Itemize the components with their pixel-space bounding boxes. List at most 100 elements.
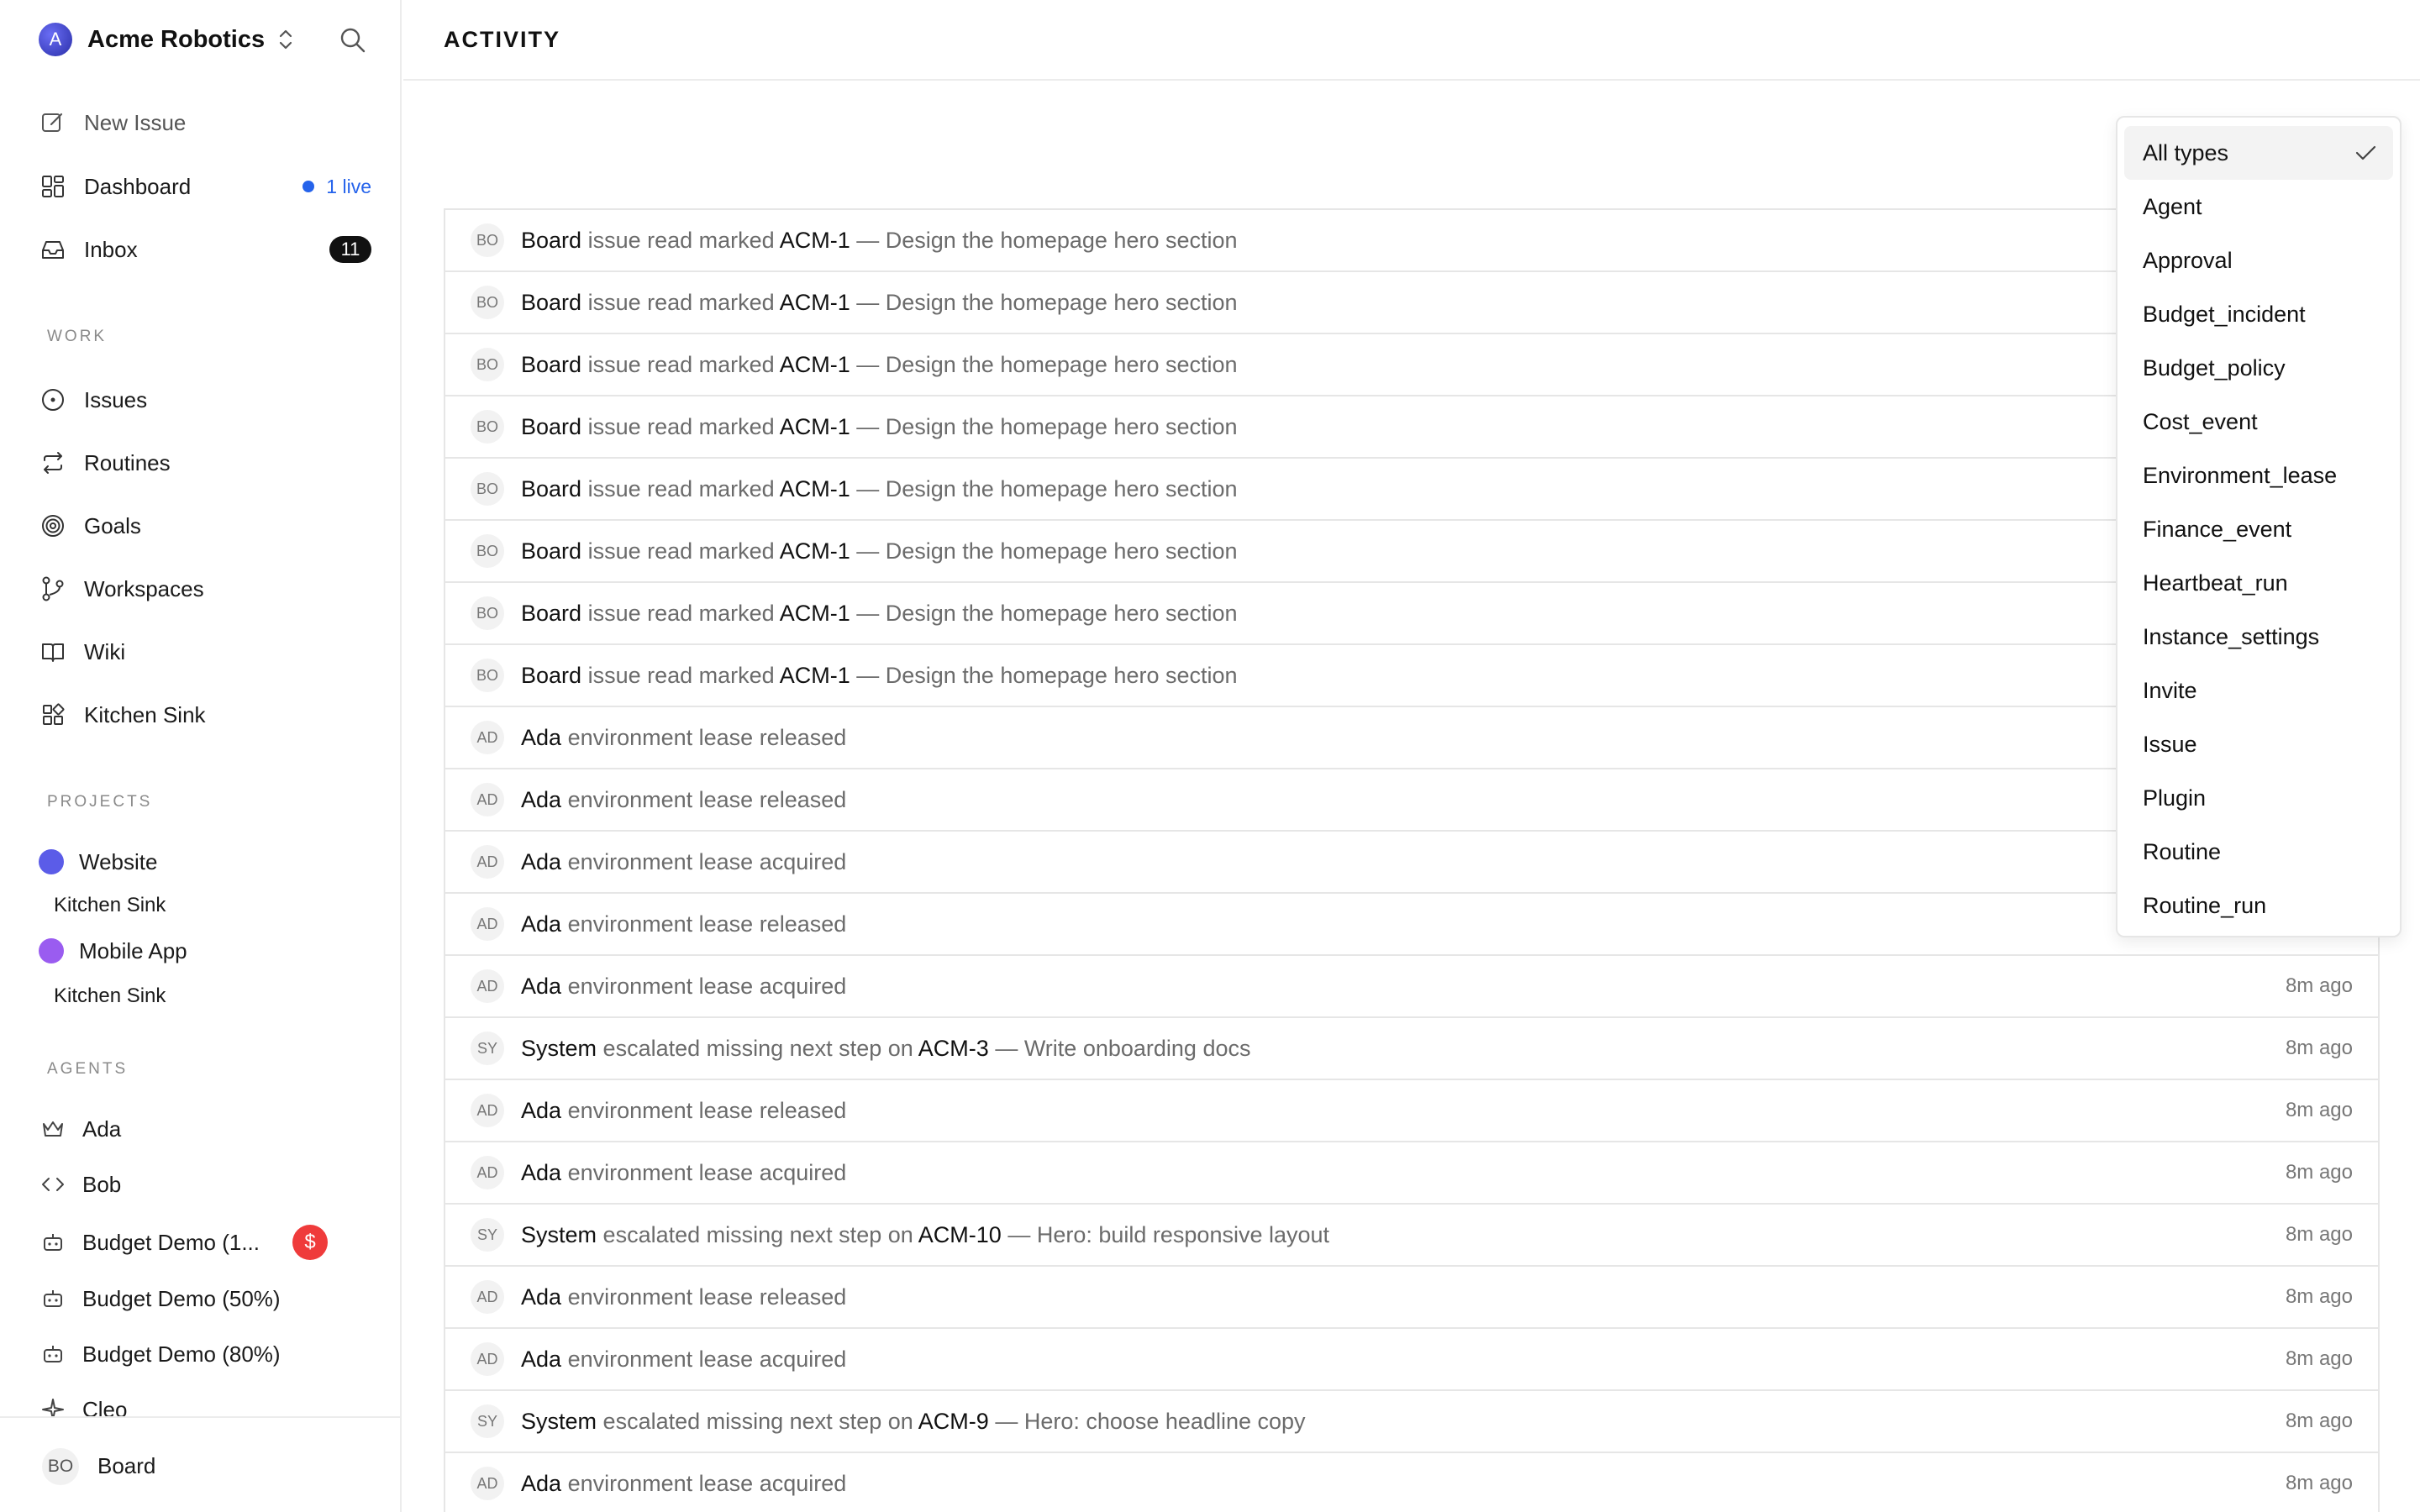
activity-row[interactable]: AD Ada environment lease acquired 8m ago bbox=[445, 1453, 2378, 1512]
sidebar-item-inbox[interactable]: Inbox 11 bbox=[39, 231, 371, 268]
action-text: environment lease released bbox=[567, 1097, 847, 1123]
issue-link[interactable]: ACM-10 bbox=[918, 1222, 1002, 1247]
type-option[interactable]: Environment_lease bbox=[2124, 449, 2393, 502]
activity-row[interactable]: BO Board issue read marked ACM-1 — Design… bbox=[445, 459, 2378, 521]
actor-avatar: BO bbox=[471, 659, 504, 692]
activity-row[interactable]: BO Board issue read marked ACM-1 — Design… bbox=[445, 521, 2378, 583]
type-option[interactable]: Cost_event bbox=[2124, 395, 2393, 449]
actor-avatar: SY bbox=[471, 1218, 504, 1252]
activity-row[interactable]: AD Ada environment lease released 8m ago bbox=[445, 1080, 2378, 1142]
type-option[interactable]: Routine bbox=[2124, 825, 2393, 879]
activity-row[interactable]: AD Ada environment lease released 8m ago bbox=[445, 1267, 2378, 1329]
issue-link[interactable]: ACM-1 bbox=[780, 352, 850, 377]
activity-row[interactable]: AD Ada environment lease acquired 8m ago bbox=[445, 1142, 2378, 1205]
activity-row[interactable]: SY System escalated missing next step on … bbox=[445, 1018, 2378, 1080]
sidebar-item-wiki[interactable]: Wiki bbox=[39, 633, 371, 670]
sidebar-item-goals[interactable]: Goals bbox=[39, 507, 371, 544]
activity-row[interactable]: BO Board issue read marked ACM-1 — Design… bbox=[445, 645, 2378, 707]
agent-budget-demo-50[interactable]: Budget Demo (50%) bbox=[39, 1280, 358, 1317]
type-option[interactable]: Plugin bbox=[2124, 771, 2393, 825]
type-option[interactable]: Issue bbox=[2124, 717, 2393, 771]
activity-row[interactable]: BO Board issue read marked ACM-1 — Design… bbox=[445, 210, 2378, 272]
action-text: issue read marked bbox=[587, 351, 775, 377]
sidebar-item-issues[interactable]: Issues bbox=[39, 381, 371, 418]
search-icon[interactable] bbox=[338, 25, 368, 55]
actor-avatar: BO bbox=[471, 534, 504, 568]
git-branch-icon bbox=[39, 575, 67, 603]
company-switcher[interactable]: A Acme Robotics bbox=[39, 23, 295, 56]
inbox-label: Inbox bbox=[84, 236, 138, 262]
type-option-label: Agent bbox=[2143, 193, 2202, 219]
actor-avatar: SY bbox=[471, 1404, 504, 1438]
live-count: 1 live bbox=[326, 175, 371, 197]
activity-time: 8m ago bbox=[2285, 1410, 2353, 1432]
type-option-label: All types bbox=[2143, 139, 2229, 165]
issue-link[interactable]: ACM-3 bbox=[918, 1036, 989, 1061]
new-issue-button[interactable]: New Issue bbox=[39, 104, 371, 141]
activity-row[interactable]: AD Ada environment lease acquired 8m ago bbox=[445, 956, 2378, 1018]
type-option[interactable]: Instance_settings bbox=[2124, 610, 2393, 664]
type-option[interactable]: Routine_run bbox=[2124, 879, 2393, 932]
issue-title: — Design the homepage hero section bbox=[856, 289, 1238, 315]
user-footer[interactable]: BO Board bbox=[0, 1416, 400, 1512]
issue-link[interactable]: ACM-1 bbox=[780, 228, 850, 253]
subproject-kitchen-sink[interactable]: Kitchen Sink bbox=[54, 984, 166, 1008]
agent-name: Budget Demo (80%) bbox=[82, 1341, 281, 1367]
type-option[interactable]: All types bbox=[2124, 126, 2393, 180]
agent-budget-demo-80[interactable]: Budget Demo (80%) bbox=[39, 1336, 358, 1373]
issue-link[interactable]: ACM-9 bbox=[918, 1409, 989, 1434]
activity-text: Board issue read marked ACM-1 — Design t… bbox=[521, 476, 1238, 502]
agent-ada[interactable]: Ada bbox=[39, 1110, 358, 1147]
issue-link[interactable]: ACM-1 bbox=[780, 601, 850, 626]
type-option[interactable]: Finance_event bbox=[2124, 502, 2393, 556]
activity-row[interactable]: SY System escalated missing next step on … bbox=[445, 1391, 2378, 1453]
sidebar-item-routines[interactable]: Routines bbox=[39, 444, 371, 481]
activity-row[interactable]: AD Ada environment lease released bbox=[445, 707, 2378, 769]
section-label-agents: AGENTS bbox=[47, 1060, 129, 1078]
agent-budget-demo-1[interactable]: Budget Demo (1... $ bbox=[39, 1224, 358, 1261]
issue-link[interactable]: ACM-1 bbox=[780, 414, 850, 439]
activity-row[interactable]: AD Ada environment lease released bbox=[445, 894, 2378, 956]
project-mobile-app[interactable]: Mobile App bbox=[39, 934, 187, 968]
project-color-dot bbox=[39, 938, 64, 963]
action-text: environment lease acquired bbox=[567, 1470, 847, 1496]
subproject-kitchen-sink[interactable]: Kitchen Sink bbox=[54, 894, 166, 917]
sidebar-item-label: Kitchen Sink bbox=[84, 701, 206, 727]
activity-row[interactable]: AD Ada environment lease released bbox=[445, 769, 2378, 832]
activity-row[interactable]: BO Board issue read marked ACM-1 — Design… bbox=[445, 334, 2378, 396]
activity-text: Board issue read marked ACM-1 — Design t… bbox=[521, 414, 1238, 440]
activity-text: Ada environment lease acquired bbox=[521, 1160, 846, 1186]
issue-link[interactable]: ACM-1 bbox=[780, 290, 850, 315]
type-option[interactable]: Agent bbox=[2124, 180, 2393, 234]
project-website[interactable]: Website bbox=[39, 845, 157, 879]
activity-row[interactable]: AD Ada environment lease acquired bbox=[445, 832, 2378, 894]
activity-row[interactable]: AD Ada environment lease acquired 8m ago bbox=[445, 1329, 2378, 1391]
activity-row[interactable]: SY System escalated missing next step on … bbox=[445, 1205, 2378, 1267]
actor-name: Ada bbox=[521, 786, 562, 812]
actor-avatar: BO bbox=[471, 472, 504, 506]
issue-link[interactable]: ACM-1 bbox=[780, 538, 850, 564]
agent-bob[interactable]: Bob bbox=[39, 1166, 358, 1203]
activity-time: 8m ago bbox=[2285, 1161, 2353, 1184]
type-option[interactable]: Budget_policy bbox=[2124, 341, 2393, 395]
issue-link[interactable]: ACM-1 bbox=[780, 663, 850, 688]
chevron-up-down-icon bbox=[280, 29, 292, 50]
agent-name: Budget Demo (1... bbox=[82, 1229, 260, 1255]
type-option[interactable]: Approval bbox=[2124, 234, 2393, 287]
actor-name: Ada bbox=[521, 724, 562, 750]
issue-link[interactable]: ACM-1 bbox=[780, 476, 850, 501]
type-option[interactable]: Invite bbox=[2124, 664, 2393, 717]
activity-row[interactable]: BO Board issue read marked ACM-1 — Design… bbox=[445, 272, 2378, 334]
activity-time: 8m ago bbox=[2285, 1099, 2353, 1121]
sidebar-item-workspaces[interactable]: Workspaces bbox=[39, 570, 371, 607]
sidebar-item-dashboard[interactable]: Dashboard 1 live bbox=[39, 168, 371, 205]
actor-name: Board bbox=[521, 538, 582, 564]
inbox-icon bbox=[39, 235, 67, 264]
activity-row[interactable]: BO Board issue read marked ACM-1 — Design… bbox=[445, 396, 2378, 459]
agent-name: Ada bbox=[82, 1116, 122, 1142]
activity-row[interactable]: BO Board issue read marked ACM-1 — Design… bbox=[445, 583, 2378, 645]
type-option[interactable]: Budget_incident bbox=[2124, 287, 2393, 341]
type-option[interactable]: Heartbeat_run bbox=[2124, 556, 2393, 610]
section-label-projects: PROJECTS bbox=[47, 793, 153, 811]
sidebar-item-kitchen-sink[interactable]: Kitchen Sink bbox=[39, 696, 371, 733]
